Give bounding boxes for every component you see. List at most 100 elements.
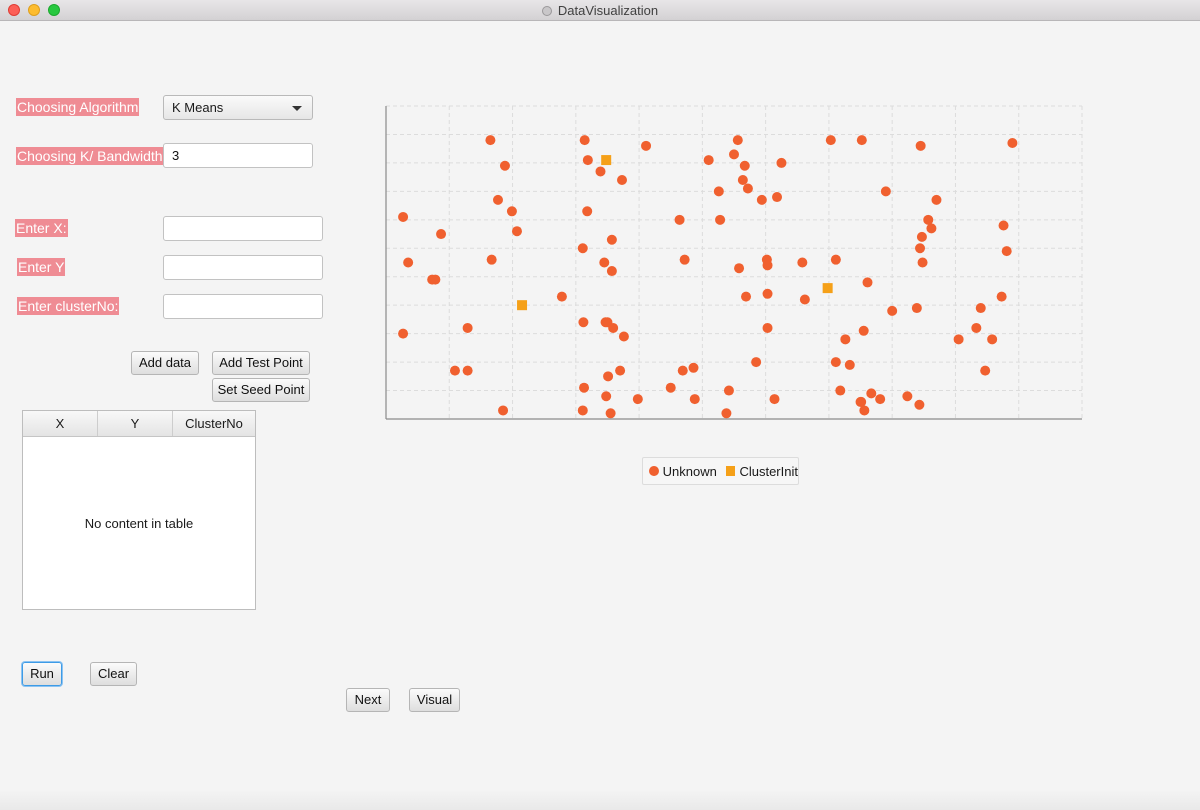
data-point-unknown bbox=[732, 135, 743, 146]
data-point-unknown bbox=[825, 135, 836, 146]
x-input[interactable] bbox=[163, 216, 323, 241]
chart-legend: Unknown ClusterInit bbox=[642, 457, 799, 485]
data-point-unknown bbox=[462, 322, 473, 333]
data-point-unknown bbox=[953, 334, 964, 345]
set-seed-point-button[interactable]: Set Seed Point bbox=[212, 378, 310, 402]
data-point-unknown bbox=[688, 362, 699, 373]
data-point-unknown bbox=[595, 166, 606, 177]
data-point-unknown bbox=[987, 334, 998, 345]
window-bottom-edge bbox=[0, 790, 1200, 810]
data-point-unknown bbox=[915, 140, 926, 151]
enter-y-label: Enter Y bbox=[17, 258, 66, 276]
data-point-unknown bbox=[606, 234, 617, 245]
data-point-unknown bbox=[761, 254, 772, 265]
data-point-unknown bbox=[799, 294, 810, 305]
app-icon bbox=[541, 6, 552, 16]
table-header: X Y ClusterNo bbox=[23, 411, 255, 437]
data-point-unknown bbox=[844, 359, 855, 370]
data-point-unknown bbox=[862, 277, 873, 288]
data-point-unknown bbox=[975, 303, 986, 314]
data-point-unknown bbox=[917, 257, 928, 268]
data-point-unknown bbox=[608, 322, 619, 333]
data-point-unknown bbox=[751, 357, 762, 368]
data-point-unknown bbox=[605, 408, 616, 419]
y-input[interactable] bbox=[163, 255, 323, 280]
data-point-unknown bbox=[875, 394, 886, 405]
legend-swatch-unknown bbox=[649, 466, 659, 476]
chart-marks bbox=[398, 135, 1018, 419]
run-button[interactable]: Run bbox=[22, 662, 62, 686]
chevron-down-icon bbox=[292, 106, 302, 111]
data-point-unknown bbox=[902, 391, 913, 402]
data-point-unknown bbox=[858, 325, 869, 336]
data-point-unknown bbox=[462, 365, 473, 376]
visual-button[interactable]: Visual bbox=[409, 688, 460, 712]
data-point-unknown bbox=[980, 365, 991, 376]
column-header-y[interactable]: Y bbox=[98, 411, 173, 436]
clear-button[interactable]: Clear bbox=[90, 662, 137, 686]
data-point-unknown bbox=[689, 394, 700, 405]
data-point-unknown bbox=[498, 405, 509, 416]
data-point-unknown bbox=[797, 257, 808, 268]
data-point-unknown bbox=[971, 322, 982, 333]
data-point-unknown bbox=[677, 365, 688, 376]
algorithm-select[interactable]: K Means bbox=[163, 95, 313, 120]
data-point-unknown bbox=[582, 155, 593, 166]
data-point-unknown bbox=[486, 254, 497, 265]
column-header-clusterno[interactable]: ClusterNo bbox=[173, 411, 255, 436]
algorithm-select-value: K Means bbox=[172, 100, 224, 115]
data-point-unknown bbox=[840, 334, 851, 345]
data-point-unknown bbox=[769, 394, 780, 405]
data-point-unknown bbox=[737, 174, 748, 185]
window-title-container: DataVisualization bbox=[0, 3, 1200, 18]
data-point-unknown bbox=[618, 331, 629, 342]
data-point-unknown bbox=[579, 135, 590, 146]
data-point-unknown bbox=[665, 382, 676, 393]
data-point-unknown bbox=[398, 328, 409, 339]
data-point-unknown bbox=[703, 155, 714, 166]
data-point-unknown bbox=[729, 149, 739, 160]
enter-cluster-label: Enter clusterNo: bbox=[17, 297, 120, 315]
data-point-unknown bbox=[556, 291, 567, 302]
add-test-point-button[interactable]: Add Test Point bbox=[212, 351, 310, 375]
data-point-unknown bbox=[403, 257, 414, 268]
data-point-unknown bbox=[582, 206, 593, 217]
data-point-unknown bbox=[674, 214, 685, 225]
data-point-unknown bbox=[887, 305, 898, 316]
data-point-unknown bbox=[617, 174, 628, 185]
data-point-unknown bbox=[723, 385, 734, 396]
data-point-clusterinit bbox=[822, 283, 833, 294]
data-point-unknown bbox=[859, 405, 870, 416]
data-point-unknown bbox=[577, 243, 588, 254]
k-bandwidth-input[interactable] bbox=[163, 143, 313, 168]
k-bandwidth-label: Choosing K/ Bandwidth bbox=[16, 147, 164, 165]
data-point-unknown bbox=[742, 183, 753, 194]
next-button[interactable]: Next bbox=[346, 688, 390, 712]
data-point-unknown bbox=[756, 194, 767, 205]
data-table[interactable]: X Y ClusterNo No content in table bbox=[22, 410, 256, 610]
legend-swatch-clusterinit bbox=[725, 466, 736, 476]
data-point-unknown bbox=[721, 408, 732, 419]
data-point-unknown bbox=[1001, 246, 1012, 257]
data-point-clusterinit bbox=[517, 300, 528, 311]
data-point-unknown bbox=[615, 365, 626, 376]
enter-x-label: Enter X: bbox=[15, 219, 68, 237]
add-data-button[interactable]: Add data bbox=[131, 351, 199, 375]
data-point-unknown bbox=[762, 288, 773, 299]
data-point-unknown bbox=[449, 365, 460, 376]
data-point-unknown bbox=[911, 303, 922, 314]
column-header-x[interactable]: X bbox=[23, 411, 98, 436]
window-title: DataVisualization bbox=[557, 3, 659, 18]
data-point-unknown bbox=[511, 226, 522, 237]
data-point-clusterinit bbox=[601, 155, 612, 166]
data-point-unknown bbox=[715, 214, 726, 225]
data-point-unknown bbox=[398, 211, 409, 222]
legend-label-unknown: Unknown bbox=[662, 463, 717, 479]
data-point-unknown bbox=[776, 157, 787, 168]
data-point-unknown bbox=[914, 399, 925, 410]
data-point-unknown bbox=[830, 254, 841, 265]
cluster-input[interactable] bbox=[163, 294, 323, 319]
data-point-unknown bbox=[632, 394, 643, 405]
data-point-unknown bbox=[996, 291, 1007, 302]
data-point-unknown bbox=[998, 220, 1009, 231]
